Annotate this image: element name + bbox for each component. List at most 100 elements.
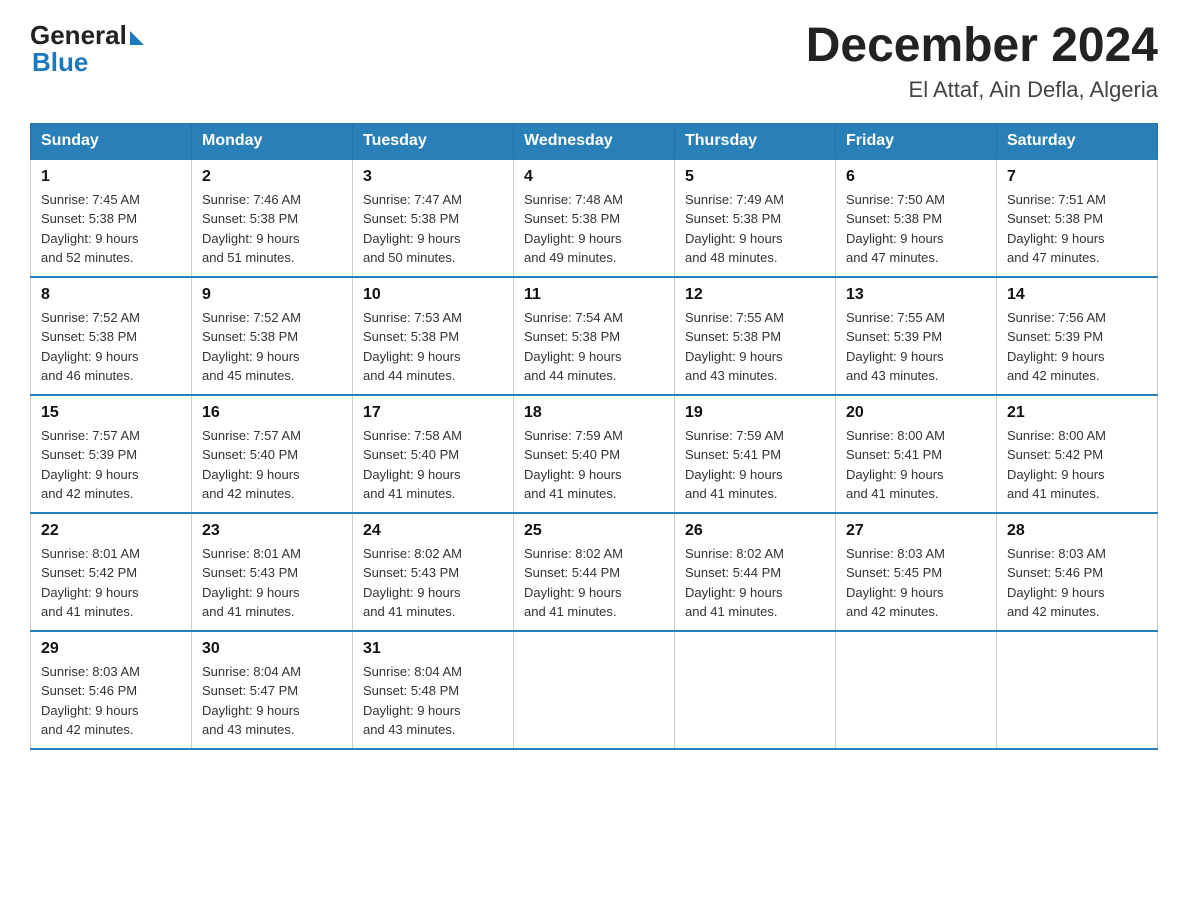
calendar-week-row: 15Sunrise: 7:57 AMSunset: 5:39 PMDayligh…	[31, 395, 1158, 513]
day-number: 12	[685, 286, 825, 304]
calendar-cell: 22Sunrise: 8:01 AMSunset: 5:42 PMDayligh…	[31, 513, 192, 631]
day-info: Sunrise: 8:00 AMSunset: 5:42 PMDaylight:…	[1007, 426, 1147, 504]
page-header: General Blue December 2024 El Attaf, Ain…	[30, 20, 1158, 103]
calendar-cell	[675, 631, 836, 749]
day-info: Sunrise: 8:01 AMSunset: 5:43 PMDaylight:…	[202, 544, 342, 622]
calendar-cell: 7 Sunrise: 7:51 AMSunset: 5:38 PMDaylight…	[997, 159, 1158, 277]
calendar-cell	[997, 631, 1158, 749]
day-info: Sunrise: 7:55 AMSunset: 5:38 PMDaylight:…	[685, 308, 825, 386]
calendar-cell: 29 Sunrise: 8:03 AMSunset: 5:46 PMDayligh…	[31, 631, 192, 749]
calendar-cell: 20 Sunrise: 8:00 AMSunset: 5:41 PMDayligh…	[836, 395, 997, 513]
day-info: Sunrise: 7:57 AMSunset: 5:40 PMDaylight:…	[202, 426, 342, 504]
calendar-cell: 14 Sunrise: 7:56 AMSunset: 5:39 PMDayligh…	[997, 277, 1158, 395]
day-info: Sunrise: 8:03 AMSunset: 5:45 PMDaylight:…	[846, 544, 986, 622]
day-info: Sunrise: 7:59 AMSunset: 5:41 PMDaylight:…	[685, 426, 825, 504]
calendar-cell: 12 Sunrise: 7:55 AMSunset: 5:38 PMDayligh…	[675, 277, 836, 395]
column-header-saturday: Saturday	[997, 123, 1158, 159]
day-number: 28	[1007, 522, 1147, 540]
day-number: 5	[685, 168, 825, 186]
day-info: Sunrise: 8:03 AMSunset: 5:46 PMDaylight:…	[41, 662, 181, 740]
day-number: 6	[846, 168, 986, 186]
day-info: Sunrise: 7:48 AMSunset: 5:38 PMDaylight:…	[524, 190, 664, 268]
day-info: Sunrise: 7:57 AMSunset: 5:39 PMDaylight:…	[41, 426, 181, 504]
day-info: Sunrise: 7:51 AMSunset: 5:38 PMDaylight:…	[1007, 190, 1147, 268]
calendar-cell: 3 Sunrise: 7:47 AMSunset: 5:38 PMDaylight…	[353, 159, 514, 277]
calendar-cell: 9 Sunrise: 7:52 AMSunset: 5:38 PMDaylight…	[192, 277, 353, 395]
day-info: Sunrise: 7:54 AMSunset: 5:38 PMDaylight:…	[524, 308, 664, 386]
day-number: 7	[1007, 168, 1147, 186]
location-title: El Attaf, Ain Defla, Algeria	[806, 77, 1158, 103]
calendar-cell	[514, 631, 675, 749]
calendar-cell: 5 Sunrise: 7:49 AMSunset: 5:38 PMDaylight…	[675, 159, 836, 277]
column-header-friday: Friday	[836, 123, 997, 159]
calendar-cell: 1Sunrise: 7:45 AMSunset: 5:38 PMDaylight…	[31, 159, 192, 277]
calendar-cell: 16 Sunrise: 7:57 AMSunset: 5:40 PMDayligh…	[192, 395, 353, 513]
column-header-tuesday: Tuesday	[353, 123, 514, 159]
calendar-cell	[836, 631, 997, 749]
column-header-sunday: Sunday	[31, 123, 192, 159]
day-number: 13	[846, 286, 986, 304]
calendar-cell: 6 Sunrise: 7:50 AMSunset: 5:38 PMDaylight…	[836, 159, 997, 277]
calendar-cell: 30Sunrise: 8:04 AMSunset: 5:47 PMDayligh…	[192, 631, 353, 749]
day-info: Sunrise: 7:49 AMSunset: 5:38 PMDaylight:…	[685, 190, 825, 268]
day-info: Sunrise: 8:02 AMSunset: 5:44 PMDaylight:…	[685, 544, 825, 622]
day-info: Sunrise: 7:50 AMSunset: 5:38 PMDaylight:…	[846, 190, 986, 268]
calendar-cell: 31 Sunrise: 8:04 AMSunset: 5:48 PMDayligh…	[353, 631, 514, 749]
day-info: Sunrise: 7:46 AMSunset: 5:38 PMDaylight:…	[202, 190, 342, 268]
day-number: 21	[1007, 404, 1147, 422]
day-number: 14	[1007, 286, 1147, 304]
month-title: December 2024	[806, 20, 1158, 73]
calendar-cell: 25 Sunrise: 8:02 AMSunset: 5:44 PMDayligh…	[514, 513, 675, 631]
day-number: 8	[41, 286, 181, 304]
calendar-week-row: 29 Sunrise: 8:03 AMSunset: 5:46 PMDayligh…	[31, 631, 1158, 749]
day-number: 27	[846, 522, 986, 540]
calendar-cell: 13 Sunrise: 7:55 AMSunset: 5:39 PMDayligh…	[836, 277, 997, 395]
day-number: 20	[846, 404, 986, 422]
title-section: December 2024 El Attaf, Ain Defla, Alger…	[806, 20, 1158, 103]
day-number: 29	[41, 640, 181, 658]
calendar-week-row: 22Sunrise: 8:01 AMSunset: 5:42 PMDayligh…	[31, 513, 1158, 631]
calendar-cell: 4Sunrise: 7:48 AMSunset: 5:38 PMDaylight…	[514, 159, 675, 277]
day-info: Sunrise: 7:59 AMSunset: 5:40 PMDaylight:…	[524, 426, 664, 504]
day-number: 26	[685, 522, 825, 540]
day-number: 1	[41, 168, 181, 186]
column-header-thursday: Thursday	[675, 123, 836, 159]
day-info: Sunrise: 8:01 AMSunset: 5:42 PMDaylight:…	[41, 544, 181, 622]
logo: General Blue	[30, 20, 144, 78]
day-number: 19	[685, 404, 825, 422]
day-number: 24	[363, 522, 503, 540]
day-info: Sunrise: 7:56 AMSunset: 5:39 PMDaylight:…	[1007, 308, 1147, 386]
calendar-cell: 23Sunrise: 8:01 AMSunset: 5:43 PMDayligh…	[192, 513, 353, 631]
day-info: Sunrise: 7:58 AMSunset: 5:40 PMDaylight:…	[363, 426, 503, 504]
day-info: Sunrise: 8:04 AMSunset: 5:48 PMDaylight:…	[363, 662, 503, 740]
day-number: 25	[524, 522, 664, 540]
calendar-cell: 24 Sunrise: 8:02 AMSunset: 5:43 PMDayligh…	[353, 513, 514, 631]
calendar-cell: 11Sunrise: 7:54 AMSunset: 5:38 PMDayligh…	[514, 277, 675, 395]
day-number: 16	[202, 404, 342, 422]
day-number: 3	[363, 168, 503, 186]
calendar-cell: 18 Sunrise: 7:59 AMSunset: 5:40 PMDayligh…	[514, 395, 675, 513]
day-info: Sunrise: 8:02 AMSunset: 5:43 PMDaylight:…	[363, 544, 503, 622]
column-header-monday: Monday	[192, 123, 353, 159]
day-number: 31	[363, 640, 503, 658]
day-info: Sunrise: 7:52 AMSunset: 5:38 PMDaylight:…	[41, 308, 181, 386]
day-info: Sunrise: 7:47 AMSunset: 5:38 PMDaylight:…	[363, 190, 503, 268]
logo-blue-text: Blue	[32, 47, 88, 78]
day-number: 9	[202, 286, 342, 304]
calendar-cell: 8 Sunrise: 7:52 AMSunset: 5:38 PMDaylight…	[31, 277, 192, 395]
day-info: Sunrise: 7:55 AMSunset: 5:39 PMDaylight:…	[846, 308, 986, 386]
day-info: Sunrise: 8:02 AMSunset: 5:44 PMDaylight:…	[524, 544, 664, 622]
day-number: 18	[524, 404, 664, 422]
day-info: Sunrise: 8:03 AMSunset: 5:46 PMDaylight:…	[1007, 544, 1147, 622]
calendar-cell: 10Sunrise: 7:53 AMSunset: 5:38 PMDayligh…	[353, 277, 514, 395]
calendar-cell: 17Sunrise: 7:58 AMSunset: 5:40 PMDayligh…	[353, 395, 514, 513]
day-number: 10	[363, 286, 503, 304]
day-info: Sunrise: 8:00 AMSunset: 5:41 PMDaylight:…	[846, 426, 986, 504]
calendar-cell: 27 Sunrise: 8:03 AMSunset: 5:45 PMDayligh…	[836, 513, 997, 631]
calendar-table: SundayMondayTuesdayWednesdayThursdayFrid…	[30, 123, 1158, 750]
day-info: Sunrise: 7:52 AMSunset: 5:38 PMDaylight:…	[202, 308, 342, 386]
calendar-header-row: SundayMondayTuesdayWednesdayThursdayFrid…	[31, 123, 1158, 159]
calendar-cell: 15Sunrise: 7:57 AMSunset: 5:39 PMDayligh…	[31, 395, 192, 513]
calendar-cell: 2Sunrise: 7:46 AMSunset: 5:38 PMDaylight…	[192, 159, 353, 277]
calendar-week-row: 1Sunrise: 7:45 AMSunset: 5:38 PMDaylight…	[31, 159, 1158, 277]
